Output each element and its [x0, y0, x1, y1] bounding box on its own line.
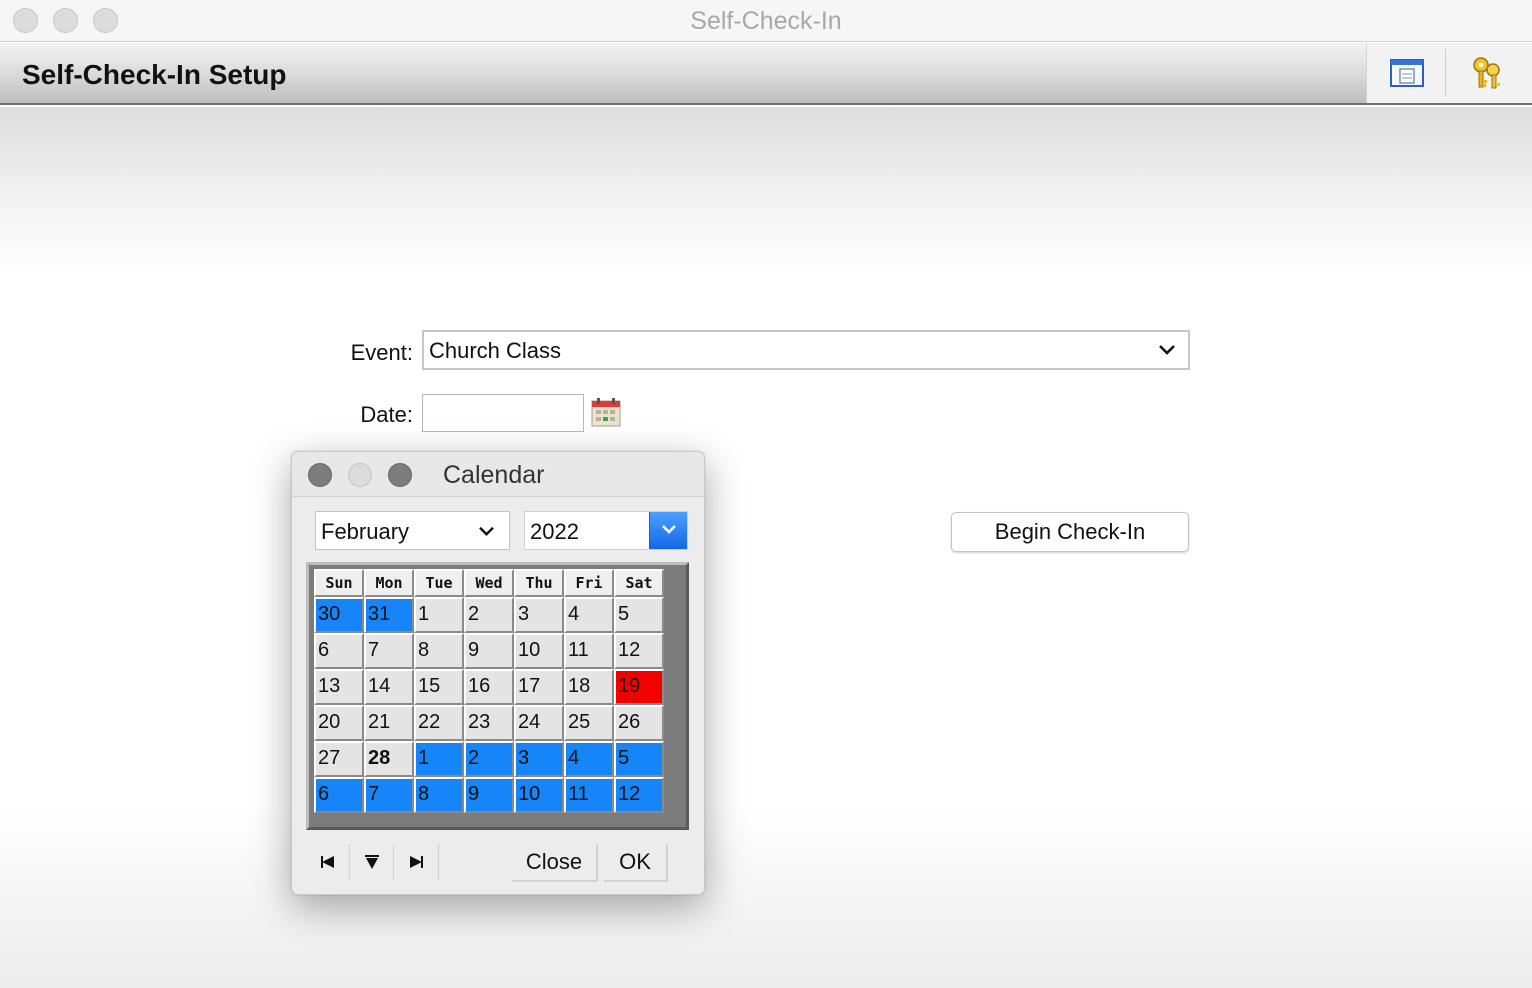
month-select[interactable]: February — [315, 511, 510, 550]
year-dropdown-button[interactable] — [649, 512, 687, 549]
month-select-value: February — [321, 519, 410, 544]
calendar-day[interactable]: 27 — [314, 741, 364, 777]
date-label: Date: — [360, 402, 413, 427]
begin-check-in-button[interactable]: Begin Check-In — [951, 512, 1189, 552]
calendar-day[interactable]: 7 — [364, 633, 414, 669]
calendar-day[interactable]: 4 — [564, 597, 614, 633]
calendar-close-button[interactable]: Close — [512, 844, 598, 882]
calendar-day[interactable]: 9 — [464, 633, 514, 669]
weekday-header: Thu — [514, 569, 564, 597]
calendar-title: Calendar — [443, 461, 545, 489]
calendar-day[interactable]: 17 — [514, 669, 564, 705]
calendar-day-other-month[interactable]: 6 — [314, 777, 364, 813]
prev-month-button[interactable] — [306, 844, 350, 880]
calendar-day-other-month[interactable]: 12 — [614, 777, 664, 813]
calendar-day-other-month[interactable]: 10 — [514, 777, 564, 813]
next-month-button[interactable] — [394, 844, 438, 880]
prev-month-icon — [320, 856, 334, 868]
calendar-day[interactable]: 26 — [614, 705, 664, 741]
calendar-day-other-month[interactable]: 9 — [464, 777, 514, 813]
calendar-day[interactable]: 23 — [464, 705, 514, 741]
window-titlebar: Self-Check-In — [0, 0, 1532, 42]
calendar-day-other-month[interactable]: 1 — [414, 741, 464, 777]
calendar-nav — [306, 844, 439, 880]
calendar-grid-frame: Sun Mon Tue Wed Thu Fri Sat 30 31 1 2 3 4 5 6 7 8 9 10 11 12… — [306, 562, 689, 830]
calendar-day[interactable]: 3 — [514, 597, 564, 633]
calendar-minimize-dot[interactable] — [348, 463, 372, 487]
chevron-down-icon — [1159, 345, 1175, 355]
calendar-day[interactable]: 12 — [614, 633, 664, 669]
current-month-icon — [364, 855, 379, 869]
page-header: Self-Check-In Setup — [0, 43, 1532, 105]
calendar-day[interactable]: 20 — [314, 705, 364, 741]
calendar-icon — [591, 398, 621, 427]
calendar-day[interactable]: 25 — [564, 705, 614, 741]
calendar-day[interactable]: 8 — [414, 633, 464, 669]
date-input[interactable] — [422, 394, 584, 432]
weekday-header: Fri — [564, 569, 614, 597]
weekday-header: Sat — [614, 569, 664, 597]
calendar-day[interactable]: 11 — [564, 633, 614, 669]
calendar-day-other-month[interactable]: 3 — [514, 741, 564, 777]
calendar-day[interactable]: 6 — [314, 633, 364, 669]
calendar-day[interactable]: 15 — [414, 669, 464, 705]
calendar-popup: Calendar February 2022 Sun Mon Tue Wed Thu Fr… — [291, 451, 705, 895]
calendar-day[interactable]: 5 — [614, 597, 664, 633]
calendar-day-bold[interactable]: 28 — [364, 741, 414, 777]
calendar-close-dot[interactable] — [308, 463, 332, 487]
event-label: Event: — [350, 340, 413, 365]
calendar-day[interactable]: 1 — [414, 597, 464, 633]
calendar-day[interactable]: 21 — [364, 705, 414, 741]
toolbar-separator — [1445, 49, 1446, 97]
event-select-value: Church Class — [429, 338, 562, 363]
window-title: Self-Check-In — [690, 7, 842, 35]
weekday-header: Wed — [464, 569, 514, 597]
document-window-button[interactable] — [1389, 55, 1425, 91]
weekday-header: Mon — [364, 569, 414, 597]
calendar-day[interactable]: 2 — [464, 597, 514, 633]
main-content — [0, 107, 1532, 988]
calendar-day-other-month[interactable]: 7 — [364, 777, 414, 813]
calendar-day-other-month[interactable]: 30 — [314, 597, 364, 633]
calendar-day[interactable]: 10 — [514, 633, 564, 669]
chevron-down-icon — [479, 526, 494, 536]
calendar-day-other-month[interactable]: 4 — [564, 741, 614, 777]
next-month-icon — [410, 856, 423, 868]
calendar-day-other-month[interactable]: 31 — [364, 597, 414, 633]
weekday-header: Tue — [414, 569, 464, 597]
calendar-ok-button[interactable]: OK — [604, 844, 668, 882]
year-select[interactable]: 2022 — [524, 511, 688, 550]
year-select-value: 2022 — [530, 519, 579, 544]
calendar-day[interactable]: 16 — [464, 669, 514, 705]
keys-button[interactable] — [1469, 55, 1505, 91]
current-month-button[interactable] — [350, 844, 394, 880]
calendar-day-other-month[interactable]: 2 — [464, 741, 514, 777]
header-toolbar — [1366, 43, 1532, 103]
calendar-grid: Sun Mon Tue Wed Thu Fri Sat 30 31 1 2 3 4 5 6 7 8 9 10 11 12… — [314, 569, 664, 813]
weekday-header: Sun — [314, 569, 364, 597]
calendar-day[interactable]: 24 — [514, 705, 564, 741]
page-title: Self-Check-In Setup — [22, 59, 287, 90]
calendar-day-other-month[interactable]: 5 — [614, 741, 664, 777]
keys-icon — [1473, 57, 1500, 89]
calendar-day[interactable]: 22 — [414, 705, 464, 741]
chevron-down-icon — [662, 525, 676, 534]
date-picker-button[interactable] — [590, 396, 622, 428]
event-select[interactable]: Church Class — [422, 330, 1190, 370]
calendar-day-other-month[interactable]: 8 — [414, 777, 464, 813]
document-window-icon — [1390, 59, 1424, 87]
calendar-day-other-month[interactable]: 11 — [564, 777, 614, 813]
calendar-day[interactable]: 13 — [314, 669, 364, 705]
calendar-day-today[interactable]: 19 — [614, 669, 664, 705]
calendar-day[interactable]: 14 — [364, 669, 414, 705]
calendar-day[interactable]: 18 — [564, 669, 614, 705]
calendar-zoom-dot[interactable] — [388, 463, 412, 487]
calendar-titlebar: Calendar — [292, 452, 704, 497]
